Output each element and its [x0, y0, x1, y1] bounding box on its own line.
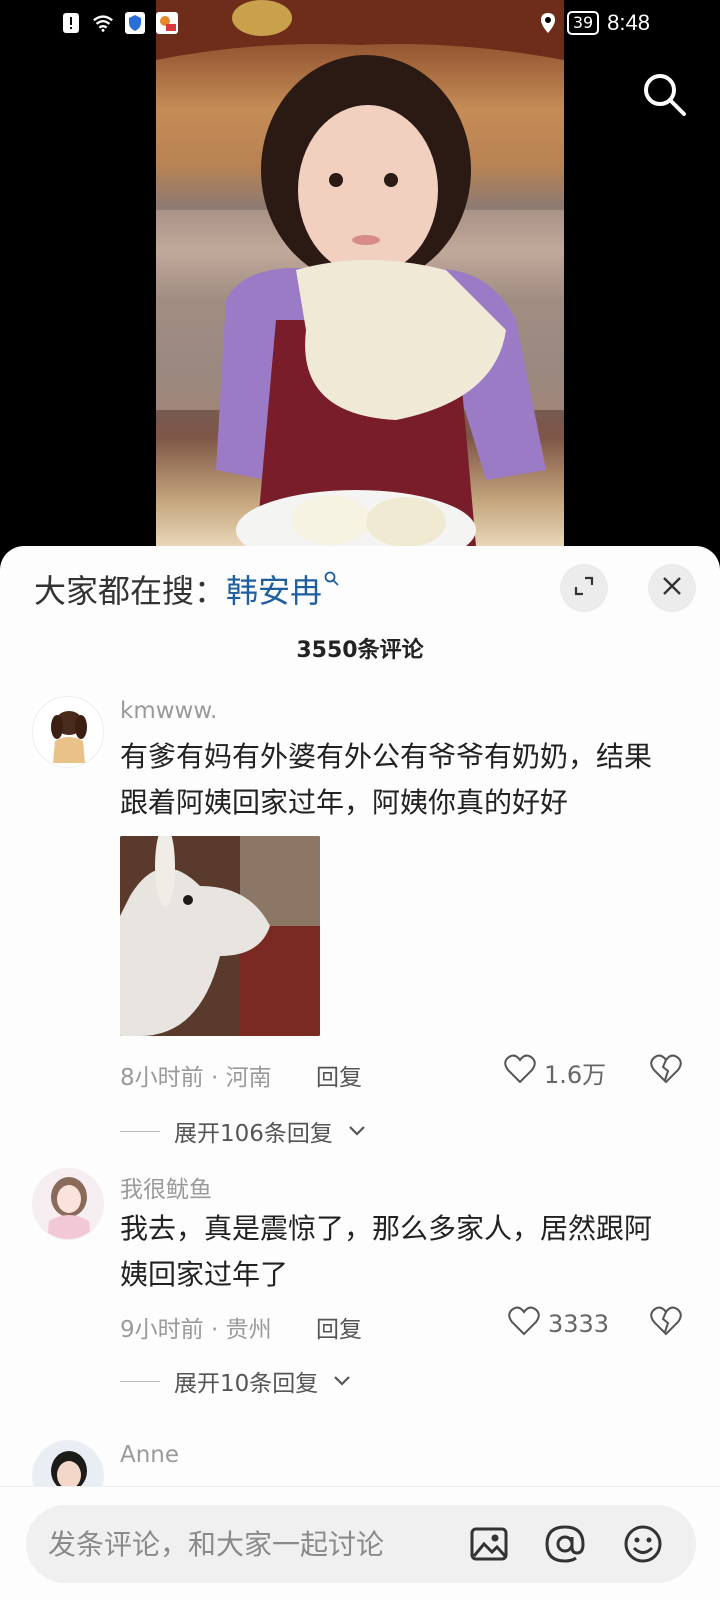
broken-heart-icon	[650, 1306, 682, 1340]
dislike-button[interactable]	[650, 1054, 682, 1088]
comment-meta: 9小时前 · 贵州	[120, 1317, 272, 1343]
comment-input-container[interactable]	[26, 1505, 696, 1583]
trending-search-keyword[interactable]: 韩安冉	[226, 566, 322, 612]
comment-username[interactable]: 我很鱿鱼	[120, 1170, 212, 1204]
expand-replies-label: 展开10条回复	[174, 1371, 319, 1397]
comment-item: kmwww. 有爹有妈有外婆有外公有爷爷有奶奶，结果跟着阿姨回家过年，阿姨你真的…	[0, 696, 720, 1147]
small-search-icon	[324, 571, 340, 592]
comment-input[interactable]	[48, 1505, 448, 1583]
status-time: 8:48	[607, 10, 650, 35]
wifi-icon	[92, 12, 114, 34]
dislike-button[interactable]	[650, 1306, 682, 1340]
comment-username[interactable]: kmwww.	[120, 698, 217, 724]
reply-button[interactable]: 回复	[316, 1058, 362, 1092]
close-button[interactable]	[648, 564, 696, 612]
app-notification-icon	[156, 12, 178, 34]
shield-icon	[124, 12, 146, 34]
alert-icon	[60, 12, 82, 34]
image-icon[interactable]	[468, 1523, 510, 1565]
like-count: 1.6万	[544, 1060, 607, 1089]
expand-replies[interactable]: 展开10条回复	[120, 1364, 352, 1398]
divider-line	[120, 1380, 160, 1382]
comment-meta: 8小时前 · 河南	[120, 1065, 272, 1091]
like-button[interactable]: 1.6万	[504, 1054, 606, 1090]
status-bar: 39 8:48	[0, 0, 720, 48]
avatar[interactable]	[32, 696, 104, 768]
sheet-header: 大家都在搜： 韩安冉	[0, 546, 720, 624]
comment-item: 我很鱿鱼 我去，真是震惊了，那么多家人，居然跟阿姨回家过年了 9小时前 · 贵州…	[0, 1168, 720, 1398]
status-icons-right: 39 8:48	[537, 10, 650, 36]
video-frame[interactable]	[156, 0, 564, 546]
reply-button[interactable]: 回复	[316, 1310, 362, 1344]
like-count: 3333	[548, 1310, 610, 1338]
trending-search[interactable]: 大家都在搜： 韩安冉	[34, 566, 340, 612]
expand-replies-label: 展开106条回复	[174, 1121, 333, 1147]
expand-button[interactable]	[560, 564, 608, 612]
comment-count: 3550条评论	[296, 638, 424, 663]
comment-image[interactable]	[120, 836, 320, 1036]
at-icon[interactable]	[544, 1523, 586, 1565]
trending-search-prefix: 大家都在搜：	[34, 572, 227, 610]
expand-replies[interactable]: 展开106条回复	[120, 1114, 367, 1148]
close-icon	[661, 575, 683, 601]
video-search-icon[interactable]	[640, 70, 690, 120]
comment-input-bar	[0, 1486, 720, 1600]
battery-indicator: 39	[566, 11, 600, 35]
location-icon	[537, 12, 559, 34]
heart-icon	[508, 1306, 540, 1342]
chevron-down-icon	[347, 1118, 367, 1144]
divider-line	[120, 1130, 160, 1132]
chevron-down-icon	[332, 1368, 352, 1394]
avatar[interactable]	[32, 1168, 104, 1240]
comment-username[interactable]: Anne	[120, 1442, 179, 1468]
comment-text: 我去，真是震惊了，那么多家人，居然跟阿姨回家过年了	[120, 1212, 653, 1291]
expand-icon	[572, 574, 596, 602]
emoji-icon[interactable]	[622, 1523, 664, 1565]
video-player[interactable]	[0, 0, 720, 546]
comments-sheet: 大家都在搜： 韩安冉 3550条评论 kmwww. 有爹有妈有外婆有外公有爷爷有…	[0, 546, 720, 1600]
like-button[interactable]: 3333	[508, 1306, 609, 1342]
comment-text: 有爹有妈有外婆有外公有爷爷有奶奶，结果跟着阿姨回家过年，阿姨你真的好好	[120, 740, 653, 819]
status-icons-left	[60, 12, 178, 34]
broken-heart-icon	[650, 1054, 682, 1088]
heart-icon	[504, 1054, 536, 1090]
